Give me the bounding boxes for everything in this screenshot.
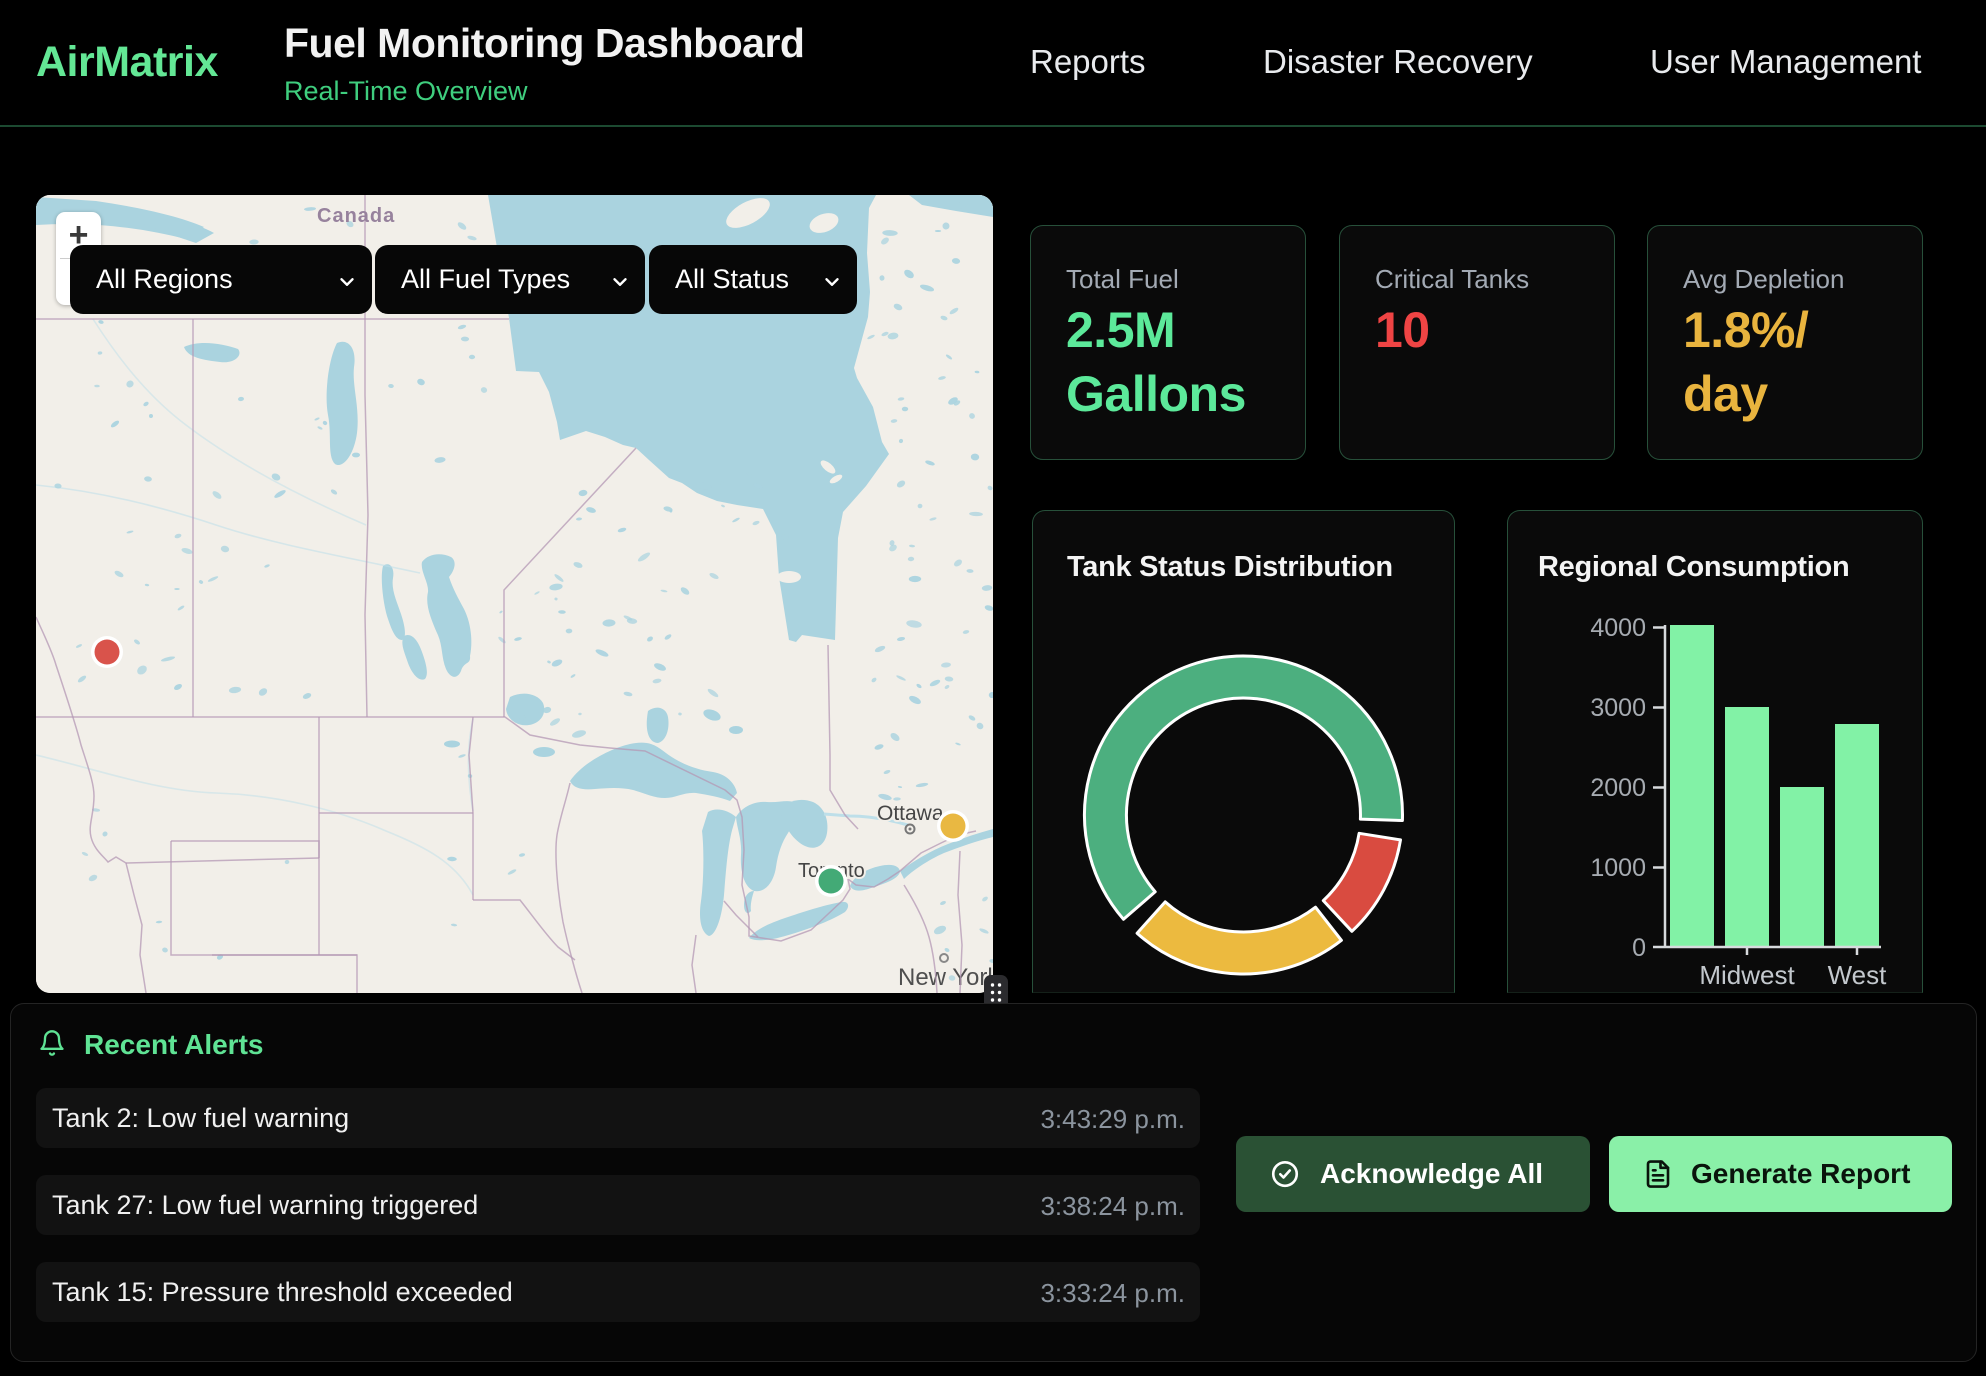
svg-text:Ottawa: Ottawa [877, 802, 944, 825]
svg-text:4000: 4000 [1590, 614, 1646, 642]
svg-text:2000: 2000 [1590, 774, 1646, 802]
svg-text:Midwest: Midwest [1699, 960, 1795, 990]
svg-text:0: 0 [1632, 934, 1646, 962]
svg-text:1000: 1000 [1590, 854, 1646, 882]
svg-text:West: West [1828, 960, 1888, 990]
svg-text:New York: New York [898, 964, 993, 991]
svg-text:Canada: Canada [317, 205, 395, 227]
svg-text:3000: 3000 [1590, 694, 1646, 722]
